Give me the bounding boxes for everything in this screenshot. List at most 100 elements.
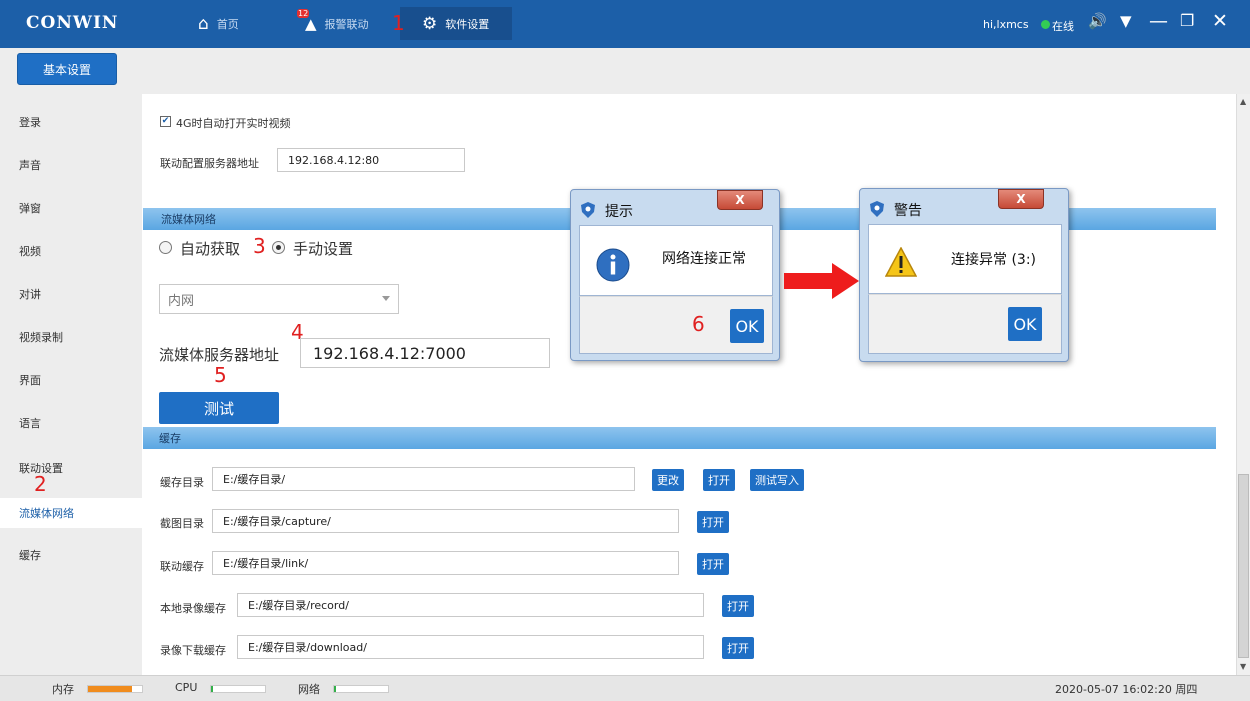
sidebar-item-popup[interactable]: 弹窗 [0,193,142,223]
nav-home[interactable]: ⌂ 首页 [198,0,239,48]
minimize-icon[interactable]: — [1149,10,1168,32]
memory-label: 内存 [52,683,74,696]
stream-section-title: 流媒体网络 [161,213,216,226]
memory-meter [87,685,143,693]
sidebar-item-label: 声音 [19,159,41,172]
sidebar-item-linkage[interactable]: 联动设置 [0,453,142,483]
warning-ok-button[interactable]: OK [1008,307,1042,341]
annotation-5: 5 [214,363,227,387]
open-button[interactable]: 打开 [697,553,729,575]
vertical-scrollbar[interactable]: ▲ ▼ [1236,94,1250,675]
cache-dir-label: 缓存目录 [160,476,204,489]
sidebar-item-label: 缓存 [19,549,41,562]
scroll-thumb[interactable] [1238,474,1249,658]
open-button[interactable]: 打开 [697,511,729,533]
stream-server-label: 流媒体服务器地址 [159,346,280,364]
nav-alarm[interactable]: ▲ 报警联动 [305,0,369,48]
basic-settings-button[interactable]: 基本设置 [17,53,117,85]
test-write-button[interactable]: 测试写入 [750,469,804,491]
radio-manual[interactable] [272,241,285,254]
top-bar: CONWIN ⌂ 首页 ▲ 报警联动 12 1 ⚙ 软件设置 hi,lxmcs … [0,0,1250,48]
datetime: 2020-05-07 16:02:20 周四 [1055,683,1198,696]
cpu-label: CPU [175,681,198,694]
info-ok-button[interactable]: OK [730,309,764,343]
sidebar-item-recording[interactable]: 视频录制 [0,322,142,352]
cache-section-title: 缓存 [159,432,181,445]
sidebar-item-label: 视频录制 [19,331,63,344]
link-cache-field[interactable]: E:/缓存目录/link/ [212,551,679,575]
radio-auto-label: 自动获取 [180,240,241,258]
chevron-down-icon [382,296,390,301]
open-button[interactable]: 打开 [703,469,735,491]
volume-icon[interactable]: 🔊 [1088,10,1107,32]
scroll-up-icon[interactable]: ▲ [1240,97,1246,106]
sidebar-item-interface[interactable]: 界面 [0,365,142,395]
record-cache-field[interactable]: E:/缓存目录/record/ [237,593,704,617]
sidebar-item-video[interactable]: 视频 [0,236,142,266]
stream-server-field[interactable]: 192.168.4.12:7000 [300,338,550,368]
nav-settings[interactable]: ⚙ 软件设置 [422,0,489,48]
cpu-meter [210,685,266,693]
gear-icon: ⚙ [422,14,438,34]
radio-auto[interactable] [159,241,172,254]
home-icon: ⌂ [198,14,209,34]
sidebar-item-login[interactable]: 登录 [0,107,142,137]
cpu-meter-fill [211,686,214,692]
settings-panel [142,94,1236,675]
warning-icon [885,247,917,277]
tab-bar [0,48,1250,94]
sidebar-item-sound[interactable]: 声音 [0,150,142,180]
scroll-down-icon[interactable]: ▼ [1240,662,1246,671]
app-logo: CONWIN [26,13,119,33]
info-dialog-body: 网络连接正常 [579,225,773,296]
warning-dialog-message: 连接异常 (3:) [951,252,1036,268]
dropdown-icon[interactable]: ▼ [1120,10,1132,32]
warning-dialog-close-button[interactable]: X [998,189,1044,209]
download-cache-label: 录像下载缓存 [160,644,226,657]
capture-dir-label: 截图目录 [160,517,204,530]
user-name[interactable]: hi,lxmcs [983,18,1029,31]
restore-icon[interactable]: ❐ [1180,10,1194,32]
network-select[interactable]: 内网 [159,284,399,314]
network-meter-fill [334,686,337,692]
sidebar-item-cache[interactable]: 缓存 [0,540,142,570]
online-status-dot [1041,20,1050,29]
warning-dialog-body: 连接异常 (3:) [868,224,1062,294]
change-button[interactable]: 更改 [652,469,684,491]
link-server-field[interactable]: 192.168.4.12:80 [277,148,465,172]
network-meter [333,685,389,693]
open-button[interactable]: 打开 [722,637,754,659]
info-dialog-footer: 6 OK [579,296,773,354]
sidebar-item-label: 弹窗 [19,202,41,215]
shield-icon [870,201,884,217]
network-select-value: 内网 [168,293,195,309]
sidebar-item-stream-network[interactable]: 流媒体网络 [0,498,142,528]
annotation-2: 2 [34,472,47,496]
close-icon[interactable]: ✕ [1212,10,1228,32]
auto-video-checkbox[interactable]: ✔ [160,116,171,127]
network-label: 网络 [298,683,320,696]
record-cache-label: 本地录像缓存 [160,602,226,615]
sidebar-item-intercom[interactable]: 对讲 [0,279,142,309]
shield-icon [581,202,595,218]
test-button[interactable]: 测试 [159,392,279,424]
sidebar-item-label: 界面 [19,374,41,387]
sidebar-item-label: 登录 [19,116,41,129]
sidebar-item-label: 语言 [19,417,41,430]
capture-dir-field[interactable]: E:/缓存目录/capture/ [212,509,679,533]
alarm-badge: 12 [297,9,310,18]
nav-alarm-label: 报警联动 [324,18,369,31]
cache-dir-field[interactable]: E:/缓存目录/ [212,467,635,491]
warning-dialog-title: 警告 [894,203,922,219]
info-dialog-close-button[interactable]: X [717,190,763,210]
sidebar-item-language[interactable]: 语言 [0,408,142,438]
nav-settings-label: 软件设置 [445,18,490,31]
sidebar-item-label: 流媒体网络 [19,507,74,520]
status-bar: 内存 CPU 网络 2020-05-07 16:02:20 周四 [0,675,1250,701]
annotation-1: 1 [392,11,405,35]
sidebar-item-label: 视频 [19,245,41,258]
open-button[interactable]: 打开 [722,595,754,617]
info-dialog: 提示 X 网络连接正常 6 OK [570,189,780,361]
download-cache-field[interactable]: E:/缓存目录/download/ [237,635,704,659]
nav-home-label: 首页 [216,18,239,31]
